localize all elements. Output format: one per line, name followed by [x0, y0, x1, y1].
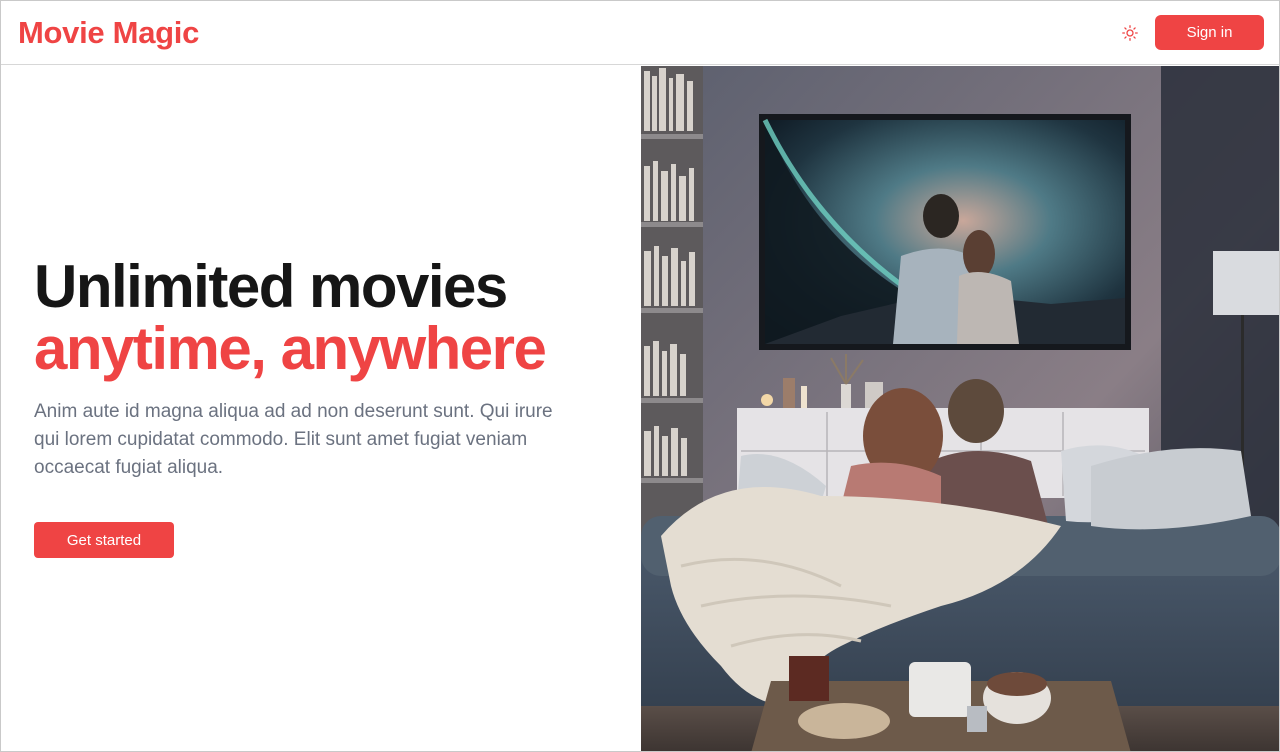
hero-content: Unlimited movies anytime, anywhere Anim … — [1, 66, 641, 751]
get-started-button[interactable]: Get started — [34, 522, 174, 558]
theme-toggle-button[interactable] — [1119, 22, 1141, 44]
site-header: Movie Magic Sign in — [1, 1, 1279, 65]
sun-icon — [1122, 25, 1138, 41]
hero-headline: Unlimited movies anytime, anywhere — [34, 256, 634, 380]
headline-line-1: Unlimited movies — [34, 253, 508, 320]
headline-line-2-accent: anytime, anywhere — [34, 315, 547, 382]
living-room-illustration — [641, 66, 1279, 751]
sign-in-button[interactable]: Sign in — [1155, 15, 1264, 50]
app-window: Movie Magic Sign in Unlimited movies any… — [0, 0, 1280, 752]
hero-image-couple-watching-movie — [641, 66, 1279, 751]
hero-description: Anim aute id magna aliqua ad ad non dese… — [34, 401, 553, 478]
brand-logo[interactable]: Movie Magic — [18, 15, 199, 51]
